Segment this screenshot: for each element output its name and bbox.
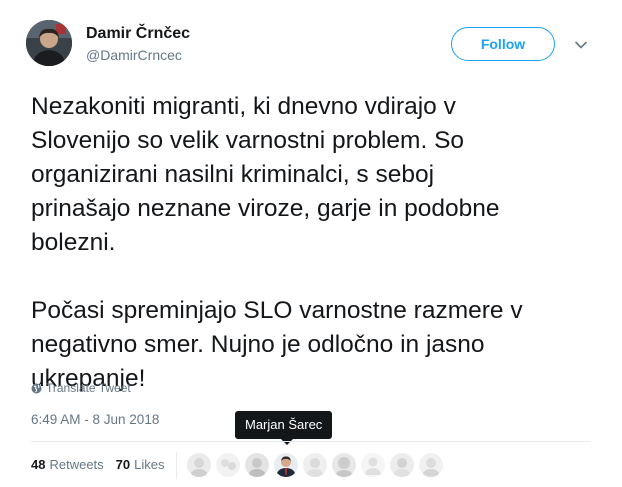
tweet-paragraph-1: Nezakoniti migranti, ki dnevno vdirajo v… [31,93,500,256]
username[interactable]: @DamirCrncec [86,47,182,63]
liker-avatar-marjan-sarec[interactable] [274,453,298,477]
divider [31,441,591,442]
liker-avatar[interactable] [216,453,240,477]
tweet-timestamp[interactable]: 6:49 AM - 8 Jun 2018 [31,412,159,427]
retweets-count: 48 [31,457,46,472]
likes-count: 70 [115,457,131,472]
liker-avatar[interactable] [245,453,269,477]
avatar[interactable] [26,20,72,66]
tweet-stats: 48 Retweets 70 Likes [31,457,177,472]
liker-avatar[interactable] [361,453,385,477]
liker-avatars [187,453,448,477]
tweet-text: Nezakoniti migranti, ki dnevno vdirajo v… [31,90,601,396]
liker-avatar[interactable] [332,453,356,477]
tweet-card: Damir Črnčec @DamirCrncec Follow Nezakon… [0,0,622,487]
tweet-paragraph-2: Počasi spreminjajo SLO varnostne razmere… [31,297,523,392]
follow-button[interactable]: Follow [451,27,555,61]
retweets-label: Retweets [49,457,104,472]
retweets-stat[interactable]: 48 Retweets [31,457,104,472]
liker-avatar[interactable] [419,453,443,477]
liker-avatar[interactable] [303,453,327,477]
stats-separator [176,452,177,479]
translate-label: Translate Tweet [46,381,131,395]
liker-avatar[interactable] [187,453,211,477]
globe-icon [31,383,42,394]
liker-avatar[interactable] [390,453,414,477]
likes-label: Likes [134,457,165,472]
display-name[interactable]: Damir Črnčec [86,25,190,43]
translate-tweet-link[interactable]: Translate Tweet [31,381,131,395]
tooltip-arrow [281,439,293,445]
chevron-down-icon[interactable] [574,38,588,52]
liker-tooltip: Marjan Šarec [235,411,333,439]
likes-stat[interactable]: 70 Likes [116,457,165,472]
